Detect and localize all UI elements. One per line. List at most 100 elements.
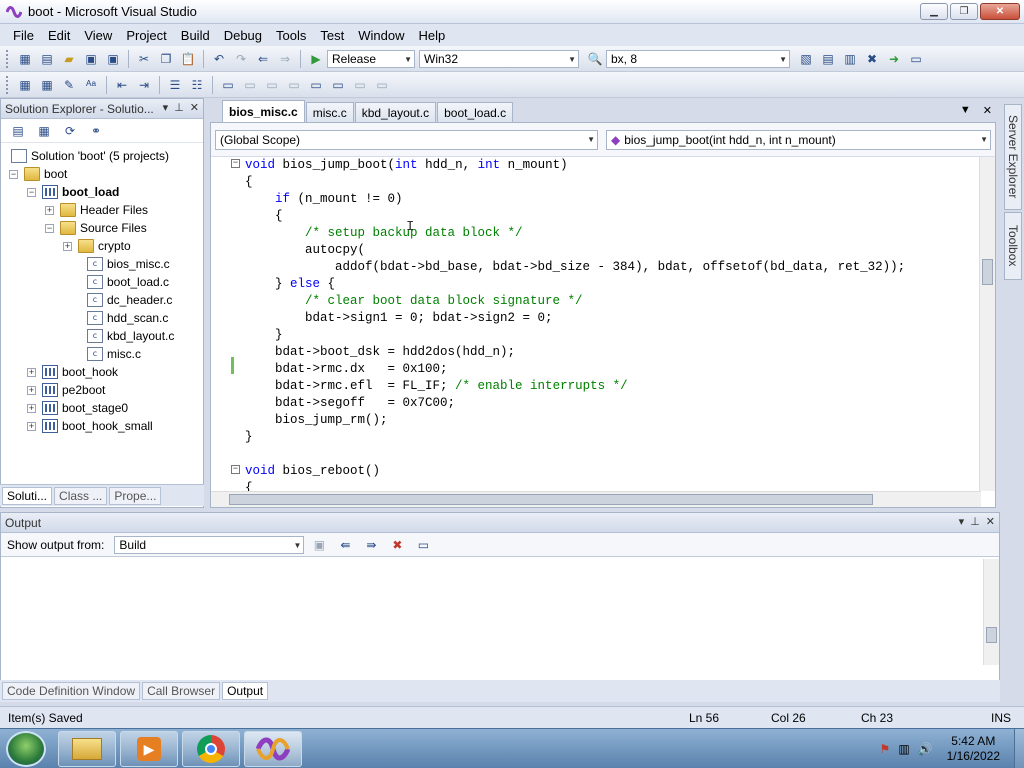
output-text-area[interactable] [1, 559, 983, 663]
tree-project-boot-load[interactable]: − boot_load [27, 183, 119, 201]
chevron-down-icon[interactable]: ▼ [960, 104, 971, 117]
chrome-taskbar-icon[interactable] [182, 731, 240, 767]
close-icon[interactable]: ✕ [983, 104, 992, 117]
scope-combo[interactable]: (Global Scope) ▼ [215, 129, 598, 150]
menu-edit[interactable]: Edit [41, 25, 77, 46]
tree-file-kbd-layout[interactable]: c kbd_layout.c [87, 327, 174, 345]
menu-window[interactable]: Window [351, 25, 411, 46]
media-player-taskbar-icon[interactable]: ▶ [120, 731, 178, 767]
code-area[interactable]: − void bios_jump_boot(int hdd_n, int n_m… [211, 157, 981, 491]
previous-message-icon[interactable]: ⇚ [335, 535, 355, 555]
clear-bookmarks-icon[interactable]: ▭ [372, 75, 392, 95]
scroll-thumb[interactable] [229, 494, 873, 505]
uncomment-lines-icon[interactable]: ☷ [187, 75, 207, 95]
increase-indent-icon[interactable]: ⇥ [134, 75, 154, 95]
close-icon[interactable]: ✕ [986, 515, 995, 528]
class-diagram-icon[interactable]: ⚭ [86, 122, 106, 140]
platform-combo[interactable]: Win32 ▼ [419, 49, 579, 68]
tree-folder-source-files[interactable]: − Source Files [45, 219, 147, 237]
tab-class-view[interactable]: Class ... [54, 486, 108, 505]
collapse-icon[interactable]: − [231, 159, 240, 168]
decrease-indent-icon[interactable]: ⇤ [112, 75, 132, 95]
pin-icon[interactable]: ⊥ [174, 101, 184, 114]
start-button[interactable] [6, 731, 46, 767]
tree-solution[interactable]: Solution 'boot' (5 projects) [11, 147, 169, 165]
tree-project-pe2boot[interactable]: + pe2boot [27, 381, 105, 399]
tree-project-boot-stage0[interactable]: + boot_stage0 [27, 399, 128, 417]
close-button[interactable]: ✕ [980, 3, 1020, 20]
menu-tools[interactable]: Tools [269, 25, 313, 46]
comment-lines-icon[interactable]: ☰ [165, 75, 185, 95]
network-icon[interactable]: ▥ [898, 742, 909, 756]
maximize-button[interactable]: ❐ [950, 3, 978, 20]
minimize-button[interactable]: ▁ [920, 3, 948, 20]
tab-call-browser[interactable]: Call Browser [142, 682, 221, 700]
expand-icon[interactable]: + [27, 403, 36, 413]
toggle-word-wrap-icon[interactable]: ▭ [413, 535, 433, 555]
paste-icon[interactable]: 📋 [178, 49, 198, 69]
collapse-icon[interactable]: − [45, 223, 54, 233]
scroll-thumb[interactable] [986, 627, 997, 643]
refresh-icon[interactable]: ⟳ [60, 122, 80, 140]
show-all-files-icon[interactable]: ▦ [34, 122, 54, 140]
tab-boot-load[interactable]: boot_load.c [437, 102, 514, 122]
menu-view[interactable]: View [77, 25, 119, 46]
display-parameter-info-icon[interactable]: ▦ [37, 75, 57, 95]
clear-all-icon[interactable]: ✖ [387, 535, 407, 555]
previous-bookmark-folder-icon[interactable]: ▭ [284, 75, 304, 95]
tree-folder-boot[interactable]: − boot [9, 165, 67, 183]
tree-folder-crypto[interactable]: + crypto [63, 237, 131, 255]
tab-property-manager[interactable]: Prope... [109, 486, 162, 505]
copy-icon[interactable]: ❐ [156, 49, 176, 69]
pin-icon[interactable]: ⊥ [970, 515, 980, 528]
scroll-thumb[interactable] [982, 259, 993, 285]
start-page-icon[interactable]: ➜ [884, 49, 904, 69]
tab-kbd-layout[interactable]: kbd_layout.c [354, 102, 437, 122]
tab-misc[interactable]: misc.c [305, 102, 354, 122]
tree-folder-header-files[interactable]: + Header Files [45, 201, 148, 219]
tree-file-bios-misc[interactable]: c bios_misc.c [87, 255, 170, 273]
next-message-icon[interactable]: ⇛ [361, 535, 381, 555]
save-all-icon[interactable]: ▣ [103, 49, 123, 69]
configuration-combo[interactable]: Release ▼ [327, 49, 415, 68]
vertical-scrollbar[interactable] [979, 157, 995, 491]
tab-toolbox[interactable]: Toolbox [1004, 212, 1022, 280]
tree-file-hdd-scan[interactable]: c hdd_scan.c [87, 309, 168, 327]
toolbar-grip[interactable] [6, 49, 9, 68]
tab-bios-misc[interactable]: bios_misc.c [222, 100, 305, 122]
expand-icon[interactable]: + [45, 205, 54, 215]
tree-project-boot-hook-small[interactable]: + boot_hook_small [27, 417, 153, 435]
properties-icon[interactable]: ▤ [8, 122, 28, 140]
toolbox-icon[interactable]: ✖ [862, 49, 882, 69]
find-in-files-icon[interactable]: 🔍 [585, 49, 605, 69]
menu-debug[interactable]: Debug [217, 25, 269, 46]
expand-icon[interactable]: + [27, 421, 36, 431]
action-center-icon[interactable]: ⚑ [880, 742, 891, 756]
menu-project[interactable]: Project [119, 25, 173, 46]
menu-build[interactable]: Build [174, 25, 217, 46]
code-editor[interactable]: (Global Scope) ▼ ◆ bios_jump_boot(int hdd_… [210, 122, 996, 508]
volume-icon[interactable]: 🔊 [918, 742, 933, 756]
function-combo[interactable]: ◆ bios_jump_boot(int hdd_n, int n_mount) ▼ [606, 129, 991, 150]
object-browser-icon[interactable]: ▥ [840, 49, 860, 69]
tab-output[interactable]: Output [222, 682, 269, 700]
properties-icon[interactable]: ▤ [818, 49, 838, 69]
next-bookmark-document-icon[interactable]: ▭ [350, 75, 370, 95]
find-message-icon[interactable]: ▣ [309, 535, 329, 555]
chevron-down-icon[interactable]: ▾ [959, 515, 965, 528]
previous-bookmark-document-icon[interactable]: ▭ [328, 75, 348, 95]
new-project-icon[interactable]: ▦ [15, 49, 35, 69]
save-icon[interactable]: ▣ [81, 49, 101, 69]
expand-icon[interactable]: + [27, 367, 36, 377]
output-source-combo[interactable]: Build ▼ [114, 535, 305, 554]
tab-server-explorer[interactable]: Server Explorer [1004, 104, 1022, 210]
tree-file-dc-header[interactable]: c dc_header.c [87, 291, 172, 309]
tab-code-definition-window[interactable]: Code Definition Window [2, 682, 141, 700]
expand-icon[interactable]: + [27, 385, 36, 395]
menu-file[interactable]: File [6, 25, 41, 46]
open-folder-icon[interactable]: ▰ [59, 49, 79, 69]
display-object-member-list-icon[interactable]: ▦ [15, 75, 35, 95]
complete-word-icon[interactable]: ᴬᵃ [81, 75, 101, 95]
next-bookmark-icon[interactable]: ▭ [262, 75, 282, 95]
start-debugging-icon[interactable]: ▶ [306, 49, 326, 69]
